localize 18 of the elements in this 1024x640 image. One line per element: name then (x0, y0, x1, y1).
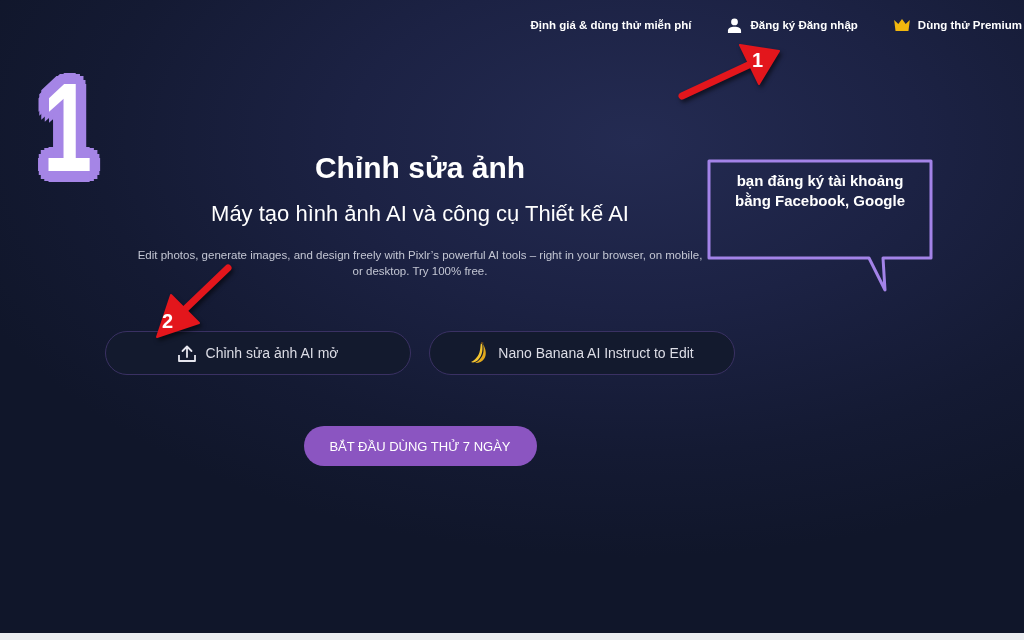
upload-icon (177, 344, 196, 362)
page-title: Chỉnh sửa ảnh (314, 150, 526, 186)
edit-mode-button[interactable]: Nano Banana AI Instruct to Edit (429, 331, 735, 375)
step-label: 1 (752, 49, 764, 71)
premium-link[interactable]: Dùng thử Premium (893, 17, 1022, 33)
arrow-icon (154, 264, 234, 339)
arrow-icon (677, 43, 781, 102)
pricing-link[interactable]: Định giá & dùng thử miễn phí (530, 17, 692, 33)
description-text: Edit photos, generate images, and design freely with Pixlr’s powerful AI tools – right in your browser, on mobile, or desktop. Try 100% free. (136, 248, 704, 279)
banana-icon (470, 342, 489, 364)
callout-text: bạn đăng ký tài khoảng bằng Facebook, Google (734, 171, 906, 211)
crown-icon (893, 19, 910, 31)
start-trial-button[interactable]: BẮT ĐẦU DÙNG THỬ 7 NGÀY (303, 426, 537, 466)
page-subtitle: Máy tạo hình ảnh AI và công cụ Thiết kế AI (211, 200, 629, 228)
upload-button[interactable]: Chỉnh sửa ảnh AI mở (105, 331, 411, 375)
user-icon (727, 17, 743, 33)
step-label: 2 (162, 310, 174, 332)
sign-in-link[interactable]: Đăng ký Đăng nhập (727, 17, 858, 33)
